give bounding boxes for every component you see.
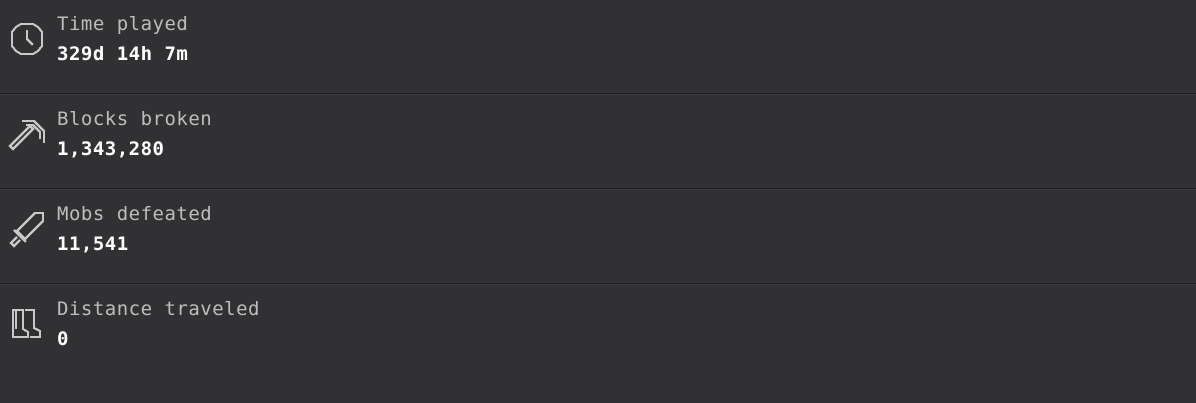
- stat-value: 0: [57, 328, 69, 350]
- stat-row-time-played: Time played 329d 14h 7m: [0, 0, 1196, 93]
- stat-row-blocks-broken: Blocks broken 1,343,280: [0, 95, 1196, 188]
- stat-value: 1,343,280: [57, 138, 165, 160]
- stat-label: Mobs defeated: [57, 203, 213, 225]
- stat-value: 329d 14h 7m: [57, 43, 189, 65]
- stat-value: 11,541: [57, 233, 129, 255]
- player-stats-panel: Time played 329d 14h 7m Blocks broken 1,…: [0, 0, 1196, 403]
- stat-row-mobs-defeated: Mobs defeated 11,541: [0, 190, 1196, 283]
- clock-icon: [8, 20, 46, 58]
- boots-icon: [8, 305, 46, 343]
- sword-icon: [8, 210, 46, 248]
- stat-row-distance-traveled: Distance traveled 0: [0, 285, 1196, 376]
- stat-label: Time played: [57, 13, 189, 35]
- stat-label: Distance traveled: [57, 298, 260, 320]
- stat-label: Blocks broken: [57, 108, 213, 130]
- pickaxe-icon: [8, 115, 46, 153]
